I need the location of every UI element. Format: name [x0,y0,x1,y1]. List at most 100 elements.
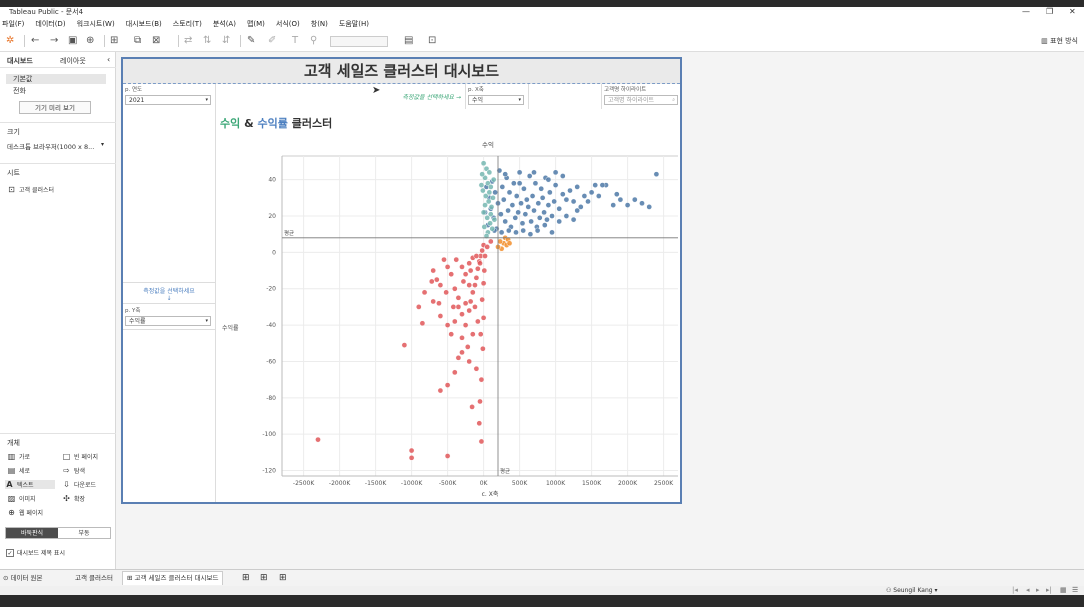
device-phone-item[interactable]: 전화 [13,86,26,96]
pin-icon[interactable]: ⚲ [310,35,317,47]
scatter-plot[interactable]: 수익 -2500K -2000K -1500K -1000K -500K 0K 500K 100… [216,109,680,502]
collapse-icon[interactable]: ‹ [107,55,110,64]
year-select[interactable]: 2021 ▾ [125,95,211,105]
size-dropdown[interactable]: 데스크톱 브라우저(1000 x 8... [7,141,94,151]
size-dropdown-icon[interactable]: ▾ [101,141,104,148]
close-icon[interactable]: ✕ [1069,7,1076,17]
y-axis-select[interactable]: 수익률 ▾ [125,316,211,326]
object-extension[interactable]: ✣ 확장 [62,494,85,503]
user-account[interactable]: ⚇ Seungil Kang ▾ [886,586,938,595]
object-text[interactable]: A 텍스트 [5,480,55,489]
sort-desc-icon[interactable]: ⇵ [222,35,230,47]
menu-window[interactable]: 창(N) [311,19,328,29]
data-point-high_margin [486,189,493,196]
new-datasource-icon[interactable]: ⊕ [86,35,94,47]
data-point-high_profit [552,182,559,188]
label-icon[interactable]: T [292,35,298,47]
menu-map[interactable]: 맵(M) [247,19,265,29]
menu-worksheet[interactable]: 워크시트(W) [77,19,115,29]
show-title-checkbox-row[interactable]: ✓ 대시보드 제목 표시 [6,548,65,557]
x-axis-select[interactable]: 수익 ▾ [468,95,524,105]
floating-button[interactable]: 부동 [58,528,110,538]
dashboard-title[interactable]: 고객 세일즈 클러스터 대시보드 [123,59,680,84]
chevron-down-icon: ▾ [205,97,208,103]
tab-data-source[interactable]: ⊙ 데이터 원본 [3,573,42,584]
group-icon[interactable]: ✐ [268,35,276,47]
show-me-button[interactable]: ▥ 표현 방식 [1041,36,1078,46]
nav-first-icon[interactable]: |◂ [1012,586,1018,595]
bottom-frame [0,595,1084,607]
y-axis-filter[interactable]: p. Y축 수익률 ▾ [123,305,215,330]
menu-help[interactable]: 도움말(H) [339,19,369,29]
data-point-high_margin [487,220,493,227]
menu-file[interactable]: 파일(F) [2,19,24,29]
data-point-high_profit [519,220,526,227]
data-point-high_profit [551,198,558,205]
nav-last-icon[interactable]: ▸| [1046,586,1052,595]
device-preview-button[interactable]: 기기 미리 보기 [19,101,91,114]
list-view-icon[interactable]: ☰ [1072,586,1078,595]
new-dashboard-icon[interactable]: ⊞ [260,573,268,584]
nav-next-icon[interactable]: ▸ [1036,586,1040,595]
save-icon[interactable]: ▣ [68,35,77,47]
data-point-high_profit [513,193,520,199]
menu-data[interactable]: 데이터(D) [35,19,65,29]
checkbox-checked-icon[interactable]: ✓ [6,548,14,557]
highlight-icon[interactable]: ✎ [247,35,255,47]
device-default-item[interactable]: 기본값 [6,74,106,84]
empty-filter-slot [529,84,602,109]
sort-asc-icon[interactable]: ⇅ [203,35,211,47]
object-vertical[interactable]: ▤ 세로 [7,466,30,475]
new-worksheet-icon[interactable]: ⊞ [242,573,250,584]
tab-sales-dashboard[interactable]: ⊞ 고객 세일즈 클러스터 대시보드 [122,571,224,585]
y-tick-label: -100 [262,431,276,438]
data-point-loss [459,334,465,341]
object-download[interactable]: ⇩ 다운로드 [62,480,96,489]
mouse-cursor-icon: ➤ [372,85,381,96]
present-mode-icon[interactable]: ⊡ [428,35,436,47]
new-story-icon[interactable]: ⊞ [279,573,287,584]
fit-dropdown[interactable] [330,36,388,47]
object-horizontal[interactable]: ▥ 가로 [7,452,30,461]
blank-icon: □ [62,452,71,461]
tableau-logo-icon[interactable]: ✲ [6,35,14,47]
nav-prev-icon[interactable]: ◂ [1026,586,1030,595]
object-blank[interactable]: □ 빈 페이지 [62,452,98,461]
size-header: 크기 [7,128,20,136]
data-point-high_profit [505,207,511,214]
y-axis-select-value: 수익률 [129,318,146,325]
forward-icon[interactable]: → [50,35,58,47]
window-title: Tableau Public - 문서4 [9,8,84,16]
object-navigation[interactable]: ⇨ 탐색 [62,466,85,475]
object-web[interactable]: ⊕ 웹 페이지 [7,508,43,517]
tiled-button[interactable]: 바둑판식 [6,528,58,538]
restore-icon[interactable]: ❐ [1046,7,1053,17]
menu-story[interactable]: 스토리(T) [173,19,202,29]
customer-highlight-input[interactable]: 고객명 하이라이트 ⌕ [604,95,678,105]
menu-dashboard[interactable]: 대시보드(B) [126,19,162,29]
sheet-item[interactable]: ⊡ 고객 클러스터 [7,185,54,194]
year-filter[interactable]: p. 연도 2021 ▾ [123,84,216,109]
data-point-high_profit [502,218,509,225]
tab-customer-cluster[interactable]: 고객 클러스터 [75,573,113,584]
menu-analysis[interactable]: 분석(A) [213,19,236,29]
presentation-icon[interactable]: ▤ [404,35,413,47]
tab-layout[interactable]: 레이아웃 [60,56,86,66]
new-sheet-icon[interactable]: ⊞ [110,35,118,47]
minimize-icon[interactable]: — [1022,7,1030,17]
object-image[interactable]: ▨ 이미지 [7,494,36,503]
swap-icon[interactable]: ⇄ [184,35,192,47]
duplicate-icon[interactable]: ⧉ [134,35,141,47]
tab-dashboard[interactable]: 대시보드 [7,56,33,66]
back-icon[interactable]: ← [31,35,39,47]
clear-icon[interactable]: ⊠ [152,35,160,47]
menu-format[interactable]: 서식(O) [276,19,300,29]
toolbar-separator [24,35,25,47]
x-tick-label: -1000K [401,480,423,487]
horizontal-icon: ▥ [7,452,16,461]
data-point-loss [466,358,473,365]
customer-highlight[interactable]: 고객명 하이라이트 고객명 하이라이트 ⌕ [602,84,680,109]
data-point-high_profit [536,214,543,221]
x-axis-filter[interactable]: p. X축 수익 ▾ [466,84,529,109]
grid-view-icon[interactable]: ▦ [1060,586,1067,595]
